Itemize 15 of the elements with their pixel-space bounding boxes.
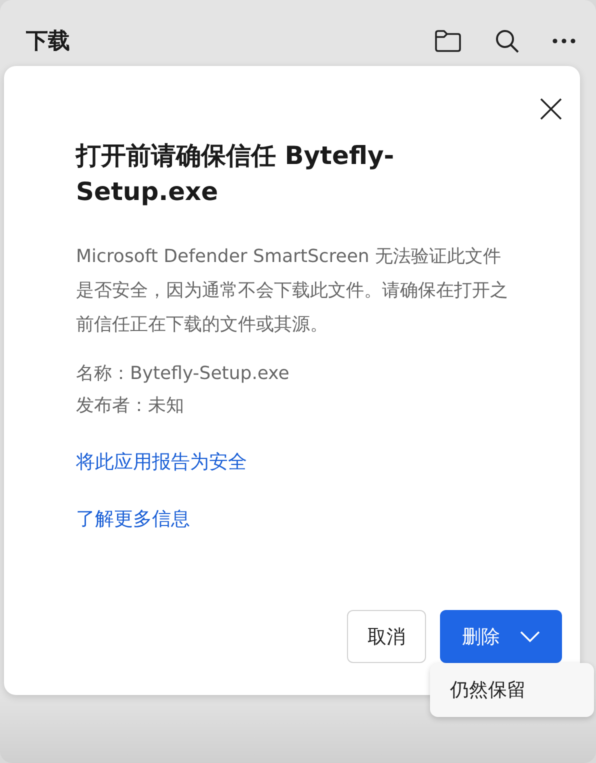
menu-item[interactable]: 仍然保留 bbox=[430, 677, 526, 703]
folder-icon[interactable] bbox=[434, 29, 462, 53]
close-icon[interactable] bbox=[540, 98, 562, 120]
dialog-title: 打开前请确保信任 Bytefly-Setup.exe bbox=[76, 140, 396, 208]
file-detail: 名称：Bytefly-Setup.exe bbox=[76, 362, 290, 386]
link[interactable]: 了解更多信息 bbox=[76, 508, 190, 530]
warning-message: Microsoft Defender SmartScreen 无法验证此文件是否安全，因为通常不会下载此文件。请确保在打开之前信任正在下载的文件或其源。 bbox=[76, 245, 509, 337]
more-icon[interactable] bbox=[552, 38, 576, 44]
search-icon[interactable] bbox=[494, 28, 520, 54]
file-detail: 发布者：未知 bbox=[76, 394, 185, 418]
cancel-button[interactable]: 取消 bbox=[347, 610, 426, 663]
chevron-icon bbox=[520, 630, 540, 642]
delete-button[interactable]: 删除 bbox=[440, 610, 562, 663]
link[interactable]: 将此应用报告为安全 bbox=[76, 451, 247, 473]
panel-title: 下载 bbox=[26, 28, 70, 56]
